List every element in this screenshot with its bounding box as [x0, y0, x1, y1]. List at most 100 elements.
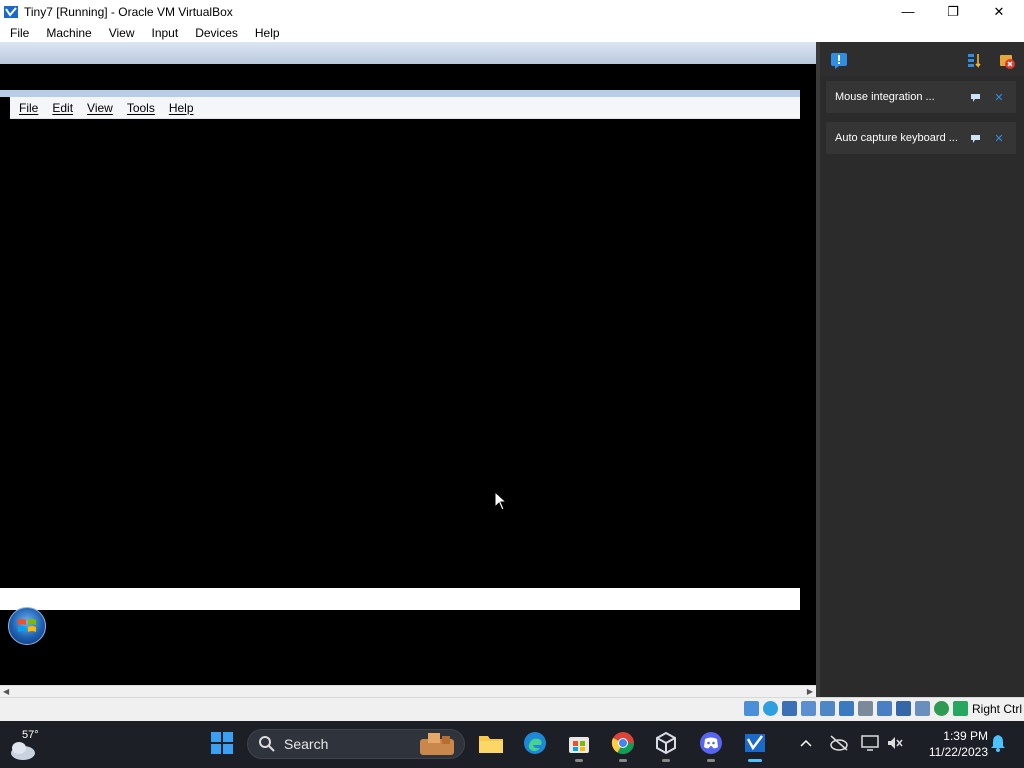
chevron-up-icon: [800, 739, 812, 747]
usb-icon[interactable]: [839, 701, 854, 716]
guest-menu-tools[interactable]: Tools: [123, 101, 159, 115]
taskbar-chrome[interactable]: [609, 729, 637, 762]
guest-status-strip: [0, 588, 800, 610]
notification-bell-icon[interactable]: [830, 52, 848, 70]
guest-menu-edit[interactable]: Edit: [48, 101, 77, 115]
cube-icon: [656, 731, 676, 755]
audio-icon[interactable]: [801, 701, 816, 716]
folder-icon: [479, 736, 503, 753]
menu-input[interactable]: Input: [142, 26, 186, 40]
clock-time: 1:39 PM: [943, 729, 988, 743]
shared-folders-icon[interactable]: [858, 701, 873, 716]
menu-view[interactable]: View: [99, 26, 142, 40]
scroll-left-icon[interactable]: ◀: [3, 687, 9, 696]
tray-display[interactable]: [856, 729, 884, 757]
window-titlebar: Tiny7 [Running] - Oracle VM VirtualBox: [0, 0, 1024, 23]
hard-disk-icon[interactable]: [744, 701, 759, 716]
running-indicator: [575, 759, 583, 762]
minimize-button[interactable]: —: [885, 0, 931, 23]
sort-order-icon[interactable]: [966, 52, 984, 70]
notification-text: Auto capture keyboard ...: [835, 132, 958, 144]
host-menubar: File Machine View Input Devices Help: [0, 23, 1024, 42]
taskbar-store[interactable]: [565, 729, 593, 762]
pin-icon[interactable]: [968, 131, 982, 145]
mouse-integration-icon[interactable]: [953, 701, 968, 716]
guest-window-frame: [0, 42, 816, 64]
host-key-label: Right Ctrl: [971, 702, 1022, 716]
recording-icon[interactable]: [896, 701, 911, 716]
tray-network-off[interactable]: [825, 729, 853, 757]
search-icon: [259, 736, 275, 752]
start-button[interactable]: [208, 729, 236, 757]
tray-volume[interactable]: [881, 729, 909, 757]
close-notification-icon[interactable]: ✕: [992, 90, 1006, 104]
weather-widget[interactable]: 57°: [8, 727, 48, 763]
guest-menu-file[interactable]: File: [15, 101, 42, 115]
maximize-button[interactable]: ❐: [930, 0, 976, 23]
taskbar-virtualbox-manager[interactable]: [652, 729, 680, 762]
show-hidden-icons-button[interactable]: [792, 729, 820, 757]
notification-item[interactable]: Mouse integration ... ✕: [826, 81, 1016, 113]
menu-machine[interactable]: Machine: [36, 26, 98, 40]
tray-clock[interactable]: 1:39 PM 11/22/2023: [929, 728, 988, 760]
vm-statusbar: Right Ctrl: [0, 697, 1024, 721]
guest-window-frame-lower: [0, 90, 800, 97]
taskbar-edge[interactable]: [521, 729, 549, 757]
bell-icon: [991, 735, 1005, 752]
search-highlight-icon: [420, 733, 454, 755]
monitor-icon: [861, 735, 879, 751]
search-placeholder: Search: [284, 736, 329, 752]
taskbar-search[interactable]: Search: [247, 729, 465, 759]
dismiss-all-icon[interactable]: [998, 52, 1016, 70]
floppy-icon[interactable]: [782, 701, 797, 716]
menu-file[interactable]: File: [0, 26, 36, 40]
active-indicator: [748, 759, 762, 762]
close-notification-icon[interactable]: ✕: [992, 131, 1006, 145]
window-title: Tiny7 [Running] - Oracle VM VirtualBox: [24, 4, 233, 19]
running-indicator: [662, 759, 670, 762]
guest-menubar: File Edit View Tools Help: [10, 97, 800, 119]
vm-display[interactable]: File Edit View Tools Help: [0, 42, 816, 685]
edge-icon: [524, 732, 546, 754]
notification-item[interactable]: Auto capture keyboard ... ✕: [826, 122, 1016, 154]
pin-icon[interactable]: [968, 90, 982, 104]
guest-title-region: [0, 64, 776, 90]
guest-title-region-right: [780, 64, 800, 90]
taskbar-discord[interactable]: [697, 729, 725, 762]
network-icon[interactable]: [820, 701, 835, 716]
weather-temperature: 57°: [22, 729, 39, 741]
menu-devices[interactable]: Devices: [185, 26, 245, 40]
windows7-logo-icon: [18, 619, 36, 632]
clock-date: 11/22/2023: [928, 745, 988, 759]
store-icon: [569, 737, 589, 753]
guest-menu-help[interactable]: Help: [165, 101, 198, 115]
taskbar-tiny7-vm[interactable]: [741, 729, 769, 762]
virtualbox-vm-icon: [745, 734, 765, 752]
optical-drive-icon[interactable]: [763, 701, 778, 716]
guest-menu-view[interactable]: View: [83, 101, 117, 115]
virtualization-icon[interactable]: [915, 701, 930, 716]
taskbar-file-explorer[interactable]: [477, 729, 505, 757]
notification-center-header: [820, 42, 1024, 76]
notification-center: Mouse integration ... ✕ Auto capture key…: [816, 42, 1024, 697]
close-button[interactable]: ✕: [976, 0, 1022, 23]
virtualbox-icon: [4, 5, 18, 18]
running-indicator: [707, 759, 715, 762]
chrome-icon: [611, 732, 634, 754]
horizontal-scrollbar[interactable]: ◀ ▶: [0, 685, 816, 697]
notification-text: Mouse integration ...: [835, 91, 935, 103]
discord-icon: [700, 732, 722, 754]
mouse-cursor-icon: [494, 491, 508, 511]
guest-start-button[interactable]: [8, 607, 46, 645]
cloud-off-icon: [830, 735, 848, 751]
tray-notifications[interactable]: [984, 729, 1012, 757]
display-icon[interactable]: [877, 701, 892, 716]
status-indicators: [740, 701, 968, 716]
windows-logo-icon: [211, 732, 233, 754]
volume-muted-icon: [888, 737, 903, 749]
running-indicator: [619, 759, 627, 762]
menu-help[interactable]: Help: [245, 26, 287, 40]
guest-additions-icon[interactable]: [934, 701, 949, 716]
windows-taskbar: 57° Search 1:39 PM 11/22/2023: [0, 721, 1024, 768]
scroll-right-icon[interactable]: ▶: [807, 687, 813, 696]
